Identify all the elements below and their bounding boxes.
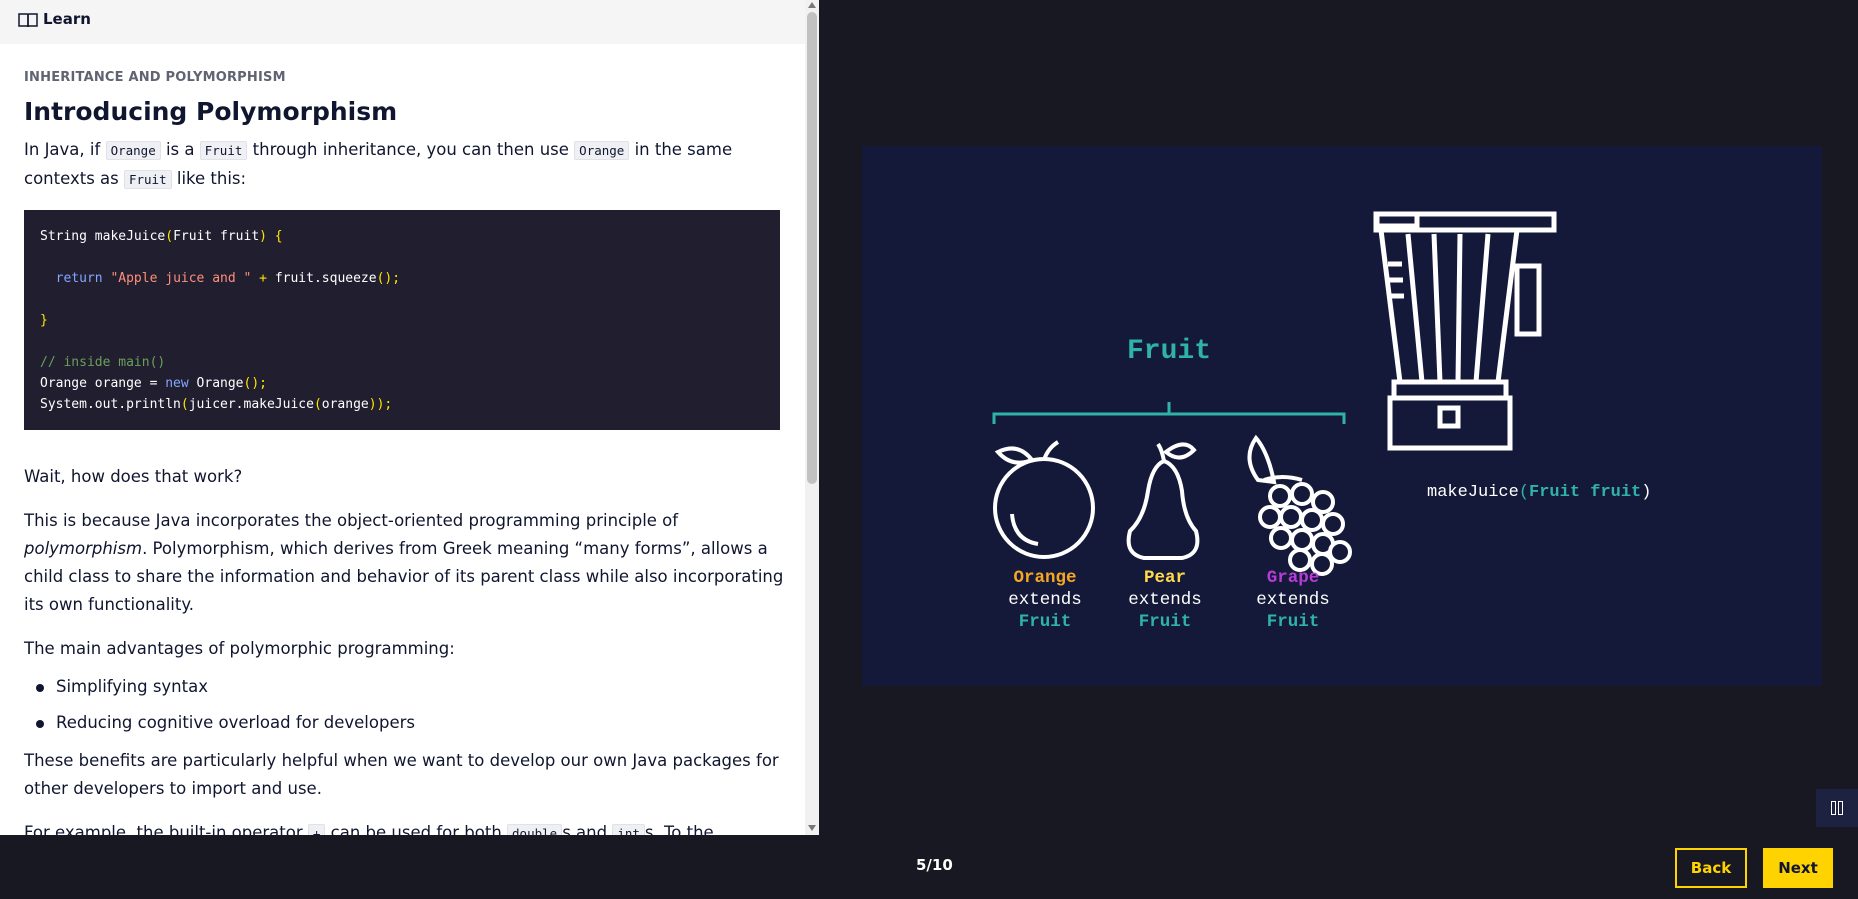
- method-signature: makeJuice(Fruit fruit): [1427, 483, 1651, 502]
- inline-code: Fruit: [199, 141, 248, 160]
- lesson-panel: Learn INHERITANCE AND POLYMORPHISM Intro…: [0, 0, 819, 835]
- learn-header: Learn: [0, 0, 805, 44]
- grape-icon: [1247, 434, 1352, 576]
- child-parent-label: Fruit: [1019, 612, 1072, 632]
- parent-class-label: Fruit: [1127, 336, 1211, 367]
- code-line: Orange orange = new Orange();: [40, 376, 267, 391]
- inline-code: double: [507, 824, 563, 835]
- inline-code: Orange: [105, 141, 161, 160]
- child-parent-label: Fruit: [1267, 612, 1320, 632]
- blender-icon: [1373, 211, 1557, 451]
- code-line: }: [40, 313, 48, 328]
- child-class-name: Grape: [1267, 568, 1320, 588]
- next-button[interactable]: Next: [1763, 848, 1833, 888]
- pause-button[interactable]: [1816, 789, 1858, 827]
- code-comment: // inside main(): [40, 355, 166, 370]
- polymorphism-paragraph: This is because Java incorporates the ob…: [24, 511, 784, 614]
- back-button[interactable]: Back: [1675, 848, 1747, 888]
- advantages-list: Simplifying syntax Reducing cognitive ov…: [24, 675, 784, 735]
- slide-counter: 5/10: [916, 856, 953, 874]
- hierarchy-bracket: [992, 402, 1346, 424]
- inline-code: Orange: [574, 141, 630, 160]
- list-item: Reducing cognitive overload for develope…: [24, 711, 784, 735]
- orange-icon: [993, 440, 1095, 559]
- inline-code: Fruit: [123, 170, 172, 189]
- child-parent-label: Fruit: [1139, 612, 1192, 632]
- pause-icon: [1831, 801, 1836, 815]
- child-class-name: Pear: [1144, 568, 1186, 588]
- lesson-content: INHERITANCE AND POLYMORPHISM Introducing…: [24, 44, 784, 835]
- inline-code: int: [612, 824, 645, 835]
- child-extends-label: extends: [1256, 590, 1330, 610]
- scroll-down-arrow[interactable]: [808, 825, 816, 831]
- inline-code: +: [307, 824, 326, 835]
- wait-paragraph: Wait, how does that work?: [24, 467, 243, 486]
- scroll-up-arrow[interactable]: [808, 2, 816, 8]
- benefits-paragraph: These benefits are particularly helpful …: [24, 751, 779, 798]
- code-block: String makeJuice(Fruit fruit) { return "…: [24, 210, 780, 430]
- slide-svg: Fruit Orange extends Fruit Pear extends …: [992, 211, 1651, 632]
- intro-paragraph: In Java, if Orange is a Fruit through in…: [24, 140, 733, 189]
- slide-illustration: Fruit Orange extends Fruit Pear extends …: [862, 146, 1822, 686]
- advantages-intro: The main advantages of polymorphic progr…: [24, 639, 455, 658]
- lesson-title: Introducing Polymorphism: [24, 97, 398, 126]
- code-line: return "Apple juice and " + fruit.squeez…: [55, 271, 401, 286]
- lesson-kicker: INHERITANCE AND POLYMORPHISM: [24, 70, 286, 85]
- example-paragraph: For example, the built-in operator + can…: [24, 819, 784, 835]
- list-item: Simplifying syntax: [24, 675, 784, 699]
- book-icon: [18, 13, 38, 28]
- pear-icon: [1126, 442, 1200, 560]
- scrollbar[interactable]: [805, 0, 819, 835]
- child-class-name: Orange: [1013, 568, 1076, 588]
- learn-label: Learn: [43, 10, 91, 28]
- child-extends-label: extends: [1128, 590, 1202, 610]
- code-line: System.out.println(juicer.makeJuice(oran…: [40, 397, 393, 412]
- scrollbar-thumb[interactable]: [807, 12, 817, 484]
- code-line: String makeJuice(Fruit fruit) {: [40, 229, 283, 244]
- child-extends-label: extends: [1008, 590, 1082, 610]
